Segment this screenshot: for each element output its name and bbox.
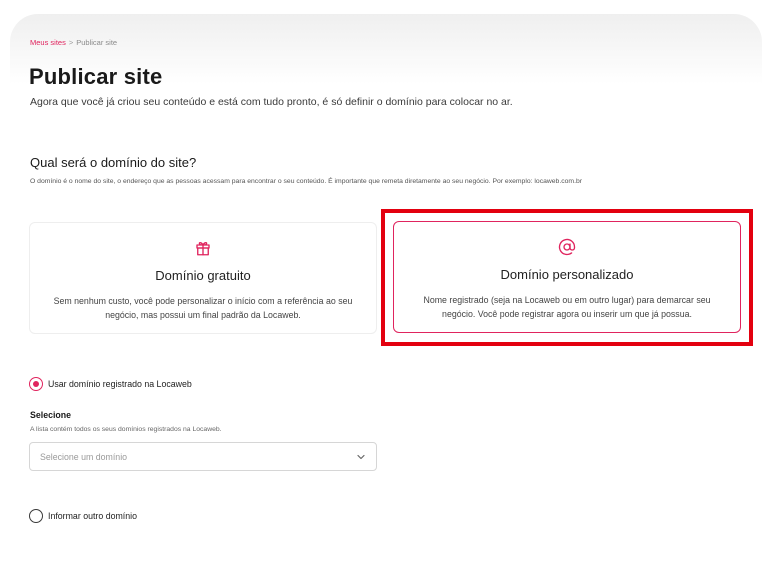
- gift-icon: [196, 241, 210, 256]
- breadcrumb-separator: >: [68, 38, 74, 47]
- domain-select[interactable]: Selecione um domínio: [29, 442, 377, 471]
- free-domain-title: Domínio gratuito: [155, 268, 251, 283]
- select-label: Selecione: [30, 410, 72, 420]
- breadcrumb-link-meus-sites[interactable]: Meus sites: [30, 38, 66, 47]
- radio-registered-label: Usar domínio registrado na Locaweb: [48, 379, 192, 389]
- select-help-text: A lista contém todos os seus domínios re…: [30, 426, 222, 433]
- domain-section-title: Qual será o domínio do site?: [30, 155, 197, 170]
- page-title: Publicar site: [29, 64, 163, 89]
- radio-other-label: Informar outro domínio: [48, 511, 137, 521]
- radio-inform-other-domain[interactable]: Informar outro domínio: [29, 509, 137, 523]
- chevron-down-icon: [357, 454, 365, 459]
- breadcrumb-current: Publicar site: [76, 38, 118, 47]
- domain-select-placeholder: Selecione um domínio: [40, 451, 128, 462]
- radio-use-registered-domain[interactable]: Usar domínio registrado na Locaweb: [29, 377, 192, 391]
- domain-section-description: O domínio é o nome do site, o endereço q…: [30, 178, 583, 185]
- free-domain-description: Sem nenhum custo, você pode personalizar…: [53, 296, 353, 320]
- radio-unchecked-icon[interactable]: [29, 509, 43, 523]
- page-subtitle: Agora que você já criou seu conteúdo e e…: [30, 96, 513, 108]
- breadcrumb: Meus sites > Publicar site: [30, 38, 117, 47]
- free-domain-card[interactable]: Domínio gratuito Sem nenhum custo, você …: [29, 222, 377, 334]
- radio-checked-icon[interactable]: [29, 377, 43, 391]
- selection-highlight-box: [381, 209, 753, 346]
